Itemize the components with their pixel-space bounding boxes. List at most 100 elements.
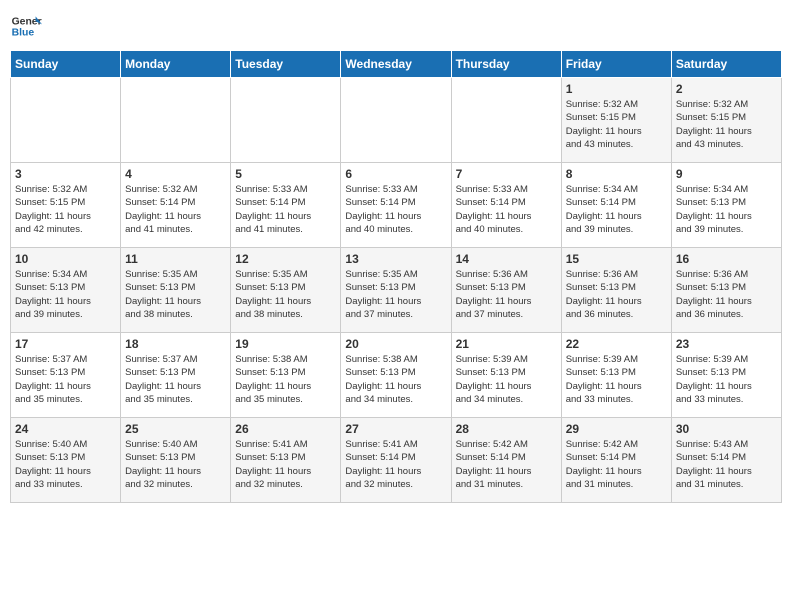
day-header-monday: Monday — [121, 51, 231, 78]
day-number: 5 — [235, 167, 336, 181]
calendar-cell: 9 Sunrise: 5:34 AM Sunset: 5:13 PM Daylig… — [671, 163, 781, 248]
calendar-cell: 2 Sunrise: 5:32 AM Sunset: 5:15 PM Daylig… — [671, 78, 781, 163]
calendar-cell: 5 Sunrise: 5:33 AM Sunset: 5:14 PM Daylig… — [231, 163, 341, 248]
day-header-wednesday: Wednesday — [341, 51, 451, 78]
day-number: 21 — [456, 337, 557, 351]
day-info: Sunrise: 5:39 AM Sunset: 5:13 PM Dayligh… — [676, 353, 777, 406]
calendar-cell: 8Sunrise: 5:34 AM Sunset: 5:14 PM Daylig… — [561, 163, 671, 248]
day-info: Sunrise: 5:35 AM Sunset: 5:13 PM Dayligh… — [345, 268, 446, 321]
day-number: 20 — [345, 337, 446, 351]
day-number: 26 — [235, 422, 336, 436]
day-number: 28 — [456, 422, 557, 436]
day-info: Sunrise: 5:43 AM Sunset: 5:14 PM Dayligh… — [676, 438, 777, 491]
calendar-cell: 29Sunrise: 5:42 AM Sunset: 5:14 PM Dayli… — [561, 418, 671, 503]
day-info: Sunrise: 5:32 AM Sunset: 5:15 PM Dayligh… — [676, 98, 777, 151]
day-number: 15 — [566, 252, 667, 266]
day-number: 2 — [676, 82, 777, 96]
calendar-cell: 17 Sunrise: 5:37 AM Sunset: 5:13 PM Dayli… — [11, 333, 121, 418]
calendar-cell: 20 Sunrise: 5:38 AM Sunset: 5:13 PM Dayli… — [341, 333, 451, 418]
day-info: Sunrise: 5:33 AM Sunset: 5:14 PM Dayligh… — [345, 183, 446, 236]
day-info: Sunrise: 5:38 AM Sunset: 5:13 PM Dayligh… — [235, 353, 336, 406]
day-number: 4 — [125, 167, 226, 181]
calendar-cell: 4 Sunrise: 5:32 AM Sunset: 5:14 PM Daylig… — [121, 163, 231, 248]
day-number: 9 — [676, 167, 777, 181]
day-info: Sunrise: 5:33 AM Sunset: 5:14 PM Dayligh… — [456, 183, 557, 236]
day-number: 17 — [15, 337, 116, 351]
day-info: Sunrise: 5:42 AM Sunset: 5:14 PM Dayligh… — [456, 438, 557, 491]
day-info: Sunrise: 5:41 AM Sunset: 5:13 PM Dayligh… — [235, 438, 336, 491]
day-info: Sunrise: 5:33 AM Sunset: 5:14 PM Dayligh… — [235, 183, 336, 236]
day-number: 23 — [676, 337, 777, 351]
day-header-tuesday: Tuesday — [231, 51, 341, 78]
calendar-cell: 21 Sunrise: 5:39 AM Sunset: 5:13 PM Dayli… — [451, 333, 561, 418]
calendar-cell: 1Sunrise: 5:32 AM Sunset: 5:15 PM Daylig… — [561, 78, 671, 163]
day-info: Sunrise: 5:38 AM Sunset: 5:13 PM Dayligh… — [345, 353, 446, 406]
day-info: Sunrise: 5:34 AM Sunset: 5:13 PM Dayligh… — [676, 183, 777, 236]
calendar-cell: 10Sunrise: 5:34 AM Sunset: 5:13 PM Dayli… — [11, 248, 121, 333]
day-header-friday: Friday — [561, 51, 671, 78]
calendar-body: 1 Sunrise: 5:32 AM Sunset: 5:15 PM Daylig… — [11, 78, 782, 503]
day-header-saturday: Saturday — [671, 51, 781, 78]
calendar-cell: 15 Sunrise: 5:36 AM Sunset: 5:13 PM Dayli… — [561, 248, 671, 333]
day-info: Sunrise: 5:36 AM Sunset: 5:13 PM Dayligh… — [456, 268, 557, 321]
day-info: Sunrise: 5:37 AM Sunset: 5:13 PM Dayligh… — [15, 353, 116, 406]
day-info: Sunrise: 5:39 AM Sunset: 5:13 PM Dayligh… — [566, 353, 667, 406]
day-info: Sunrise: 5:40 AM Sunset: 5:13 PM Dayligh… — [15, 438, 116, 491]
day-number: 3 — [15, 167, 116, 181]
calendar-cell: 23 Sunrise: 5:39 AM Sunset: 5:13 PM Dayli… — [671, 333, 781, 418]
calendar-cell: 6 Sunrise: 5:33 AM Sunset: 5:14 PM Daylig… — [341, 163, 451, 248]
day-info: Sunrise: 5:35 AM Sunset: 5:13 PM Dayligh… — [235, 268, 336, 321]
calendar-cell: 14 Sunrise: 5:36 AM Sunset: 5:13 PM Dayli… — [451, 248, 561, 333]
day-number: 6 — [345, 167, 446, 181]
week-row-2: 10Sunrise: 5:34 AM Sunset: 5:13 PM Dayli… — [11, 248, 782, 333]
day-number: 12 — [235, 252, 336, 266]
calendar-cell: 3 Sunrise: 5:32 AM Sunset: 5:15 PM Daylig… — [11, 163, 121, 248]
calendar-cell: 7Sunrise: 5:33 AM Sunset: 5:14 PM Daylig… — [451, 163, 561, 248]
day-number: 27 — [345, 422, 446, 436]
calendar-cell: 22 Sunrise: 5:39 AM Sunset: 5:13 PM Dayli… — [561, 333, 671, 418]
day-header-sunday: Sunday — [11, 51, 121, 78]
calendar-cell — [121, 78, 231, 163]
calendar-cell: 16 Sunrise: 5:36 AM Sunset: 5:13 PM Dayli… — [671, 248, 781, 333]
day-info: Sunrise: 5:35 AM Sunset: 5:13 PM Dayligh… — [125, 268, 226, 321]
calendar-cell — [451, 78, 561, 163]
day-info: Sunrise: 5:40 AM Sunset: 5:13 PM Dayligh… — [125, 438, 226, 491]
calendar-cell: 24 Sunrise: 5:40 AM Sunset: 5:13 PM Dayli… — [11, 418, 121, 503]
day-number: 22 — [566, 337, 667, 351]
calendar-cell: 19 Sunrise: 5:38 AM Sunset: 5:13 PM Dayli… — [231, 333, 341, 418]
calendar-cell: 13 Sunrise: 5:35 AM Sunset: 5:13 PM Dayli… — [341, 248, 451, 333]
day-info: Sunrise: 5:37 AM Sunset: 5:13 PM Dayligh… — [125, 353, 226, 406]
week-row-3: 17 Sunrise: 5:37 AM Sunset: 5:13 PM Dayli… — [11, 333, 782, 418]
day-number: 30 — [676, 422, 777, 436]
day-info: Sunrise: 5:34 AM Sunset: 5:13 PM Dayligh… — [15, 268, 116, 321]
logo-icon: General Blue — [10, 10, 42, 42]
calendar-cell: 28 Sunrise: 5:42 AM Sunset: 5:14 PM Dayli… — [451, 418, 561, 503]
week-row-1: 3 Sunrise: 5:32 AM Sunset: 5:15 PM Daylig… — [11, 163, 782, 248]
calendar-table: SundayMondayTuesdayWednesdayThursdayFrid… — [10, 50, 782, 503]
day-number: 24 — [15, 422, 116, 436]
calendar-cell: 11Sunrise: 5:35 AM Sunset: 5:13 PM Dayli… — [121, 248, 231, 333]
day-info: Sunrise: 5:39 AM Sunset: 5:13 PM Dayligh… — [456, 353, 557, 406]
day-number: 14 — [456, 252, 557, 266]
week-row-4: 24 Sunrise: 5:40 AM Sunset: 5:13 PM Dayli… — [11, 418, 782, 503]
calendar-cell: 18 Sunrise: 5:37 AM Sunset: 5:13 PM Dayli… — [121, 333, 231, 418]
calendar-cell: 27Sunrise: 5:41 AM Sunset: 5:14 PM Dayli… — [341, 418, 451, 503]
day-number: 16 — [676, 252, 777, 266]
day-number: 13 — [345, 252, 446, 266]
day-info: Sunrise: 5:36 AM Sunset: 5:13 PM Dayligh… — [566, 268, 667, 321]
day-info: Sunrise: 5:34 AM Sunset: 5:14 PM Dayligh… — [566, 183, 667, 236]
day-header-thursday: Thursday — [451, 51, 561, 78]
day-number: 25 — [125, 422, 226, 436]
calendar-cell: 30 Sunrise: 5:43 AM Sunset: 5:14 PM Dayli… — [671, 418, 781, 503]
day-number: 19 — [235, 337, 336, 351]
calendar-cell: 12 Sunrise: 5:35 AM Sunset: 5:13 PM Dayli… — [231, 248, 341, 333]
day-info: Sunrise: 5:36 AM Sunset: 5:13 PM Dayligh… — [676, 268, 777, 321]
page-header: General Blue — [10, 10, 782, 42]
calendar-cell — [11, 78, 121, 163]
day-number: 18 — [125, 337, 226, 351]
calendar-cell: 26 Sunrise: 5:41 AM Sunset: 5:13 PM Dayli… — [231, 418, 341, 503]
day-number: 29 — [566, 422, 667, 436]
day-number: 1 — [566, 82, 667, 96]
day-info: Sunrise: 5:32 AM Sunset: 5:15 PM Dayligh… — [15, 183, 116, 236]
day-info: Sunrise: 5:32 AM Sunset: 5:14 PM Dayligh… — [125, 183, 226, 236]
